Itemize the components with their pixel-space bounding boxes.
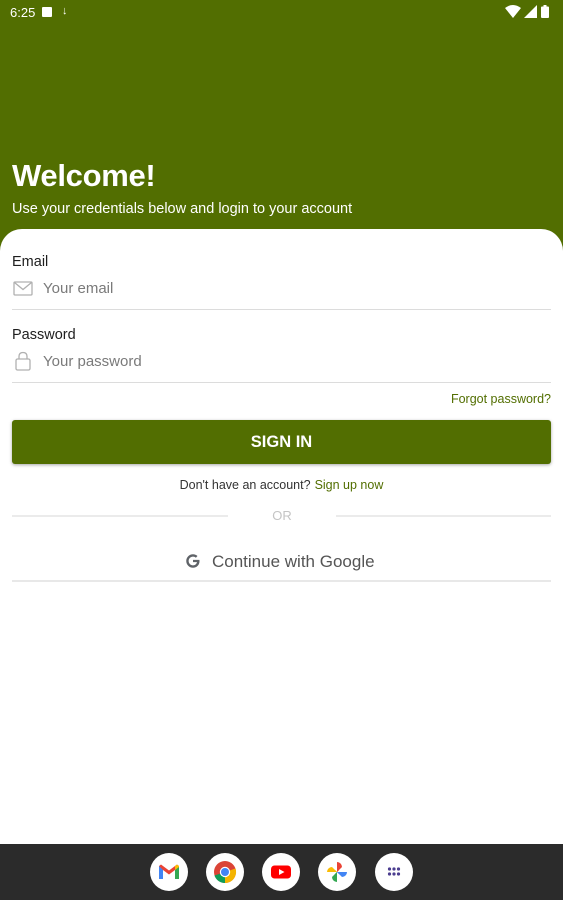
chrome-app[interactable] — [206, 853, 244, 891]
notification-icon — [42, 7, 52, 17]
sign-up-link[interactable]: Sign up now — [315, 478, 384, 492]
status-icons — [504, 5, 549, 21]
page-title: Welcome! — [12, 158, 156, 193]
chrome-icon — [214, 861, 237, 884]
status-bar: 6:25 ↓ — [0, 0, 563, 26]
photos-icon — [327, 862, 347, 882]
or-label: OR — [272, 508, 292, 523]
email-input[interactable] — [43, 275, 523, 301]
navigation-bar — [0, 844, 563, 900]
photos-app[interactable] — [318, 853, 356, 891]
youtube-app[interactable] — [262, 853, 300, 891]
page-subtitle: Use your credentials below and login to … — [12, 201, 353, 217]
divider-left — [12, 515, 228, 517]
password-label: Password — [12, 327, 76, 343]
status-time: 6:25 — [10, 5, 36, 20]
divider-right — [336, 515, 551, 517]
email-label: Email — [12, 254, 49, 270]
password-input[interactable] — [43, 348, 523, 374]
app-drawer[interactable] — [375, 853, 413, 891]
google-icon — [186, 554, 200, 568]
youtube-icon — [271, 865, 291, 879]
forgot-password-link[interactable]: Forgot password? — [451, 392, 551, 406]
header-banner: 6:25 ↓ Welcome! Use your credentials bel… — [0, 0, 563, 260]
signup-prompt: Don't have an account? — [179, 478, 311, 492]
gmail-app[interactable] — [150, 853, 188, 891]
email-field[interactable] — [12, 271, 551, 310]
gmail-icon — [159, 864, 179, 879]
login-card — [0, 229, 563, 844]
continue-with-google-button[interactable]: Continue with Google — [12, 540, 551, 582]
wifi-icon — [504, 5, 521, 18]
google-button-label: Continue with Google — [212, 552, 375, 571]
mail-icon — [13, 281, 33, 296]
sign-in-button[interactable]: SIGN IN — [12, 420, 551, 464]
password-field[interactable] — [12, 344, 551, 383]
signal-icon — [524, 5, 538, 18]
download-icon: ↓ — [62, 5, 68, 17]
lock-icon — [15, 351, 31, 371]
app-drawer-icon — [387, 867, 401, 876]
battery-icon — [541, 5, 549, 18]
signup-row: Don't have an account? Sign up now — [0, 478, 563, 492]
